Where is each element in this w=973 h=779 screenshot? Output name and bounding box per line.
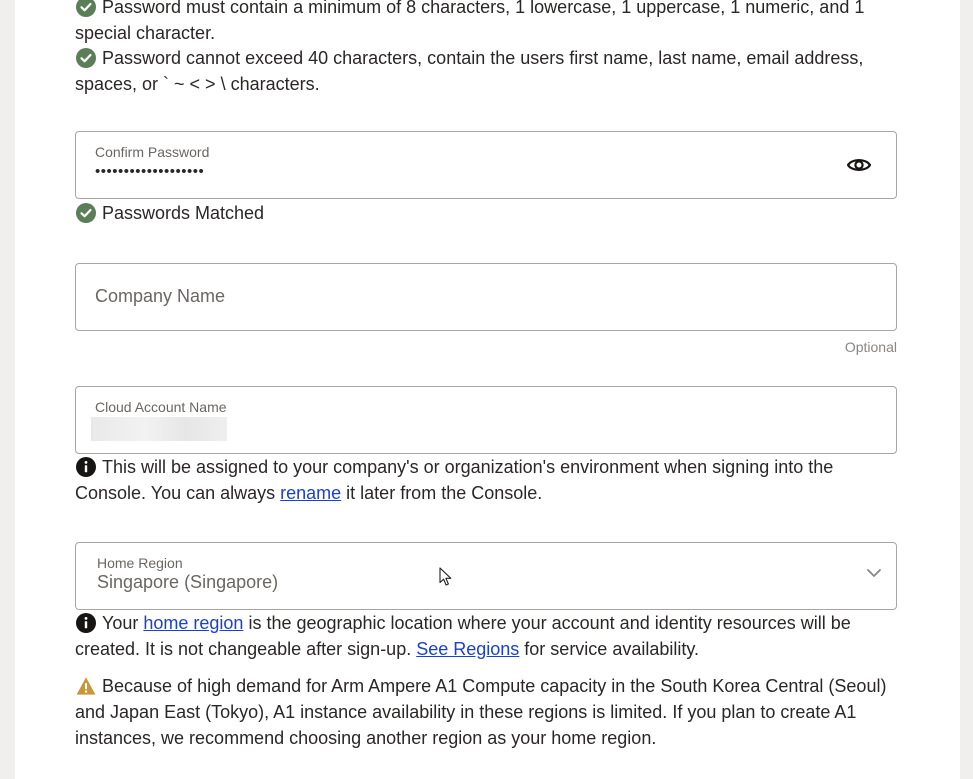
chevron-down-icon[interactable]: [866, 565, 882, 581]
confirm-password-field[interactable]: Confirm Password •••••••••••••••••••: [75, 131, 897, 199]
cloud-account-info: This will be assigned to your company's …: [75, 454, 897, 506]
check-circle-icon: [76, 0, 96, 17]
a1-capacity-warning: Because of high demand for Arm Ampere A1…: [75, 673, 897, 751]
company-name-placeholder: Company Name: [95, 286, 226, 306]
home-region-link[interactable]: home region: [143, 613, 243, 633]
confirm-password-value[interactable]: •••••••••••••••••••: [95, 163, 204, 180]
cloud-account-name-redacted-value: [91, 417, 227, 441]
confirm-password-label: Confirm Password: [95, 144, 210, 160]
warning-triangle-icon: [76, 677, 96, 695]
password-rule-min-text: Password must contain a minimum of 8 cha…: [75, 0, 865, 43]
show-password-eye-icon[interactable]: [846, 152, 872, 178]
info-icon: [76, 613, 96, 633]
password-rule-max-text: Password cannot exceed 40 characters, co…: [75, 48, 864, 94]
passwords-matched-status: Passwords Matched: [75, 200, 897, 226]
password-rule-max: Password cannot exceed 40 characters, co…: [75, 45, 897, 97]
cloud-account-info-text-end: it later from the Console.: [341, 483, 543, 503]
home-region-info-text-end: for service availability.: [519, 639, 700, 659]
see-regions-link[interactable]: See Regions: [416, 639, 519, 659]
mouse-pointer-icon: [439, 567, 452, 586]
cloud-account-name-field[interactable]: Cloud Account Name: [75, 386, 897, 454]
home-region-info-text-start: Your: [102, 613, 144, 633]
home-region-select[interactable]: Home Region Singapore (Singapore): [75, 542, 897, 610]
password-rule-min: Password must contain a minimum of 8 cha…: [75, 0, 897, 46]
check-circle-icon: [76, 48, 96, 68]
cloud-account-name-label: Cloud Account Name: [95, 399, 227, 415]
check-circle-icon: [76, 203, 96, 223]
home-region-label: Home Region: [97, 555, 183, 571]
rename-link[interactable]: rename: [280, 483, 341, 503]
company-name-optional-hint: Optional: [844, 339, 897, 355]
company-name-field[interactable]: Company Name: [75, 263, 897, 331]
info-icon: [76, 457, 96, 477]
a1-capacity-warning-text: Because of high demand for Arm Ampere A1…: [75, 676, 887, 748]
passwords-matched-text: Passwords Matched: [102, 203, 265, 223]
home-region-info: Your home region is the geographic locat…: [75, 610, 897, 662]
home-region-value: Singapore (Singapore): [97, 572, 279, 592]
